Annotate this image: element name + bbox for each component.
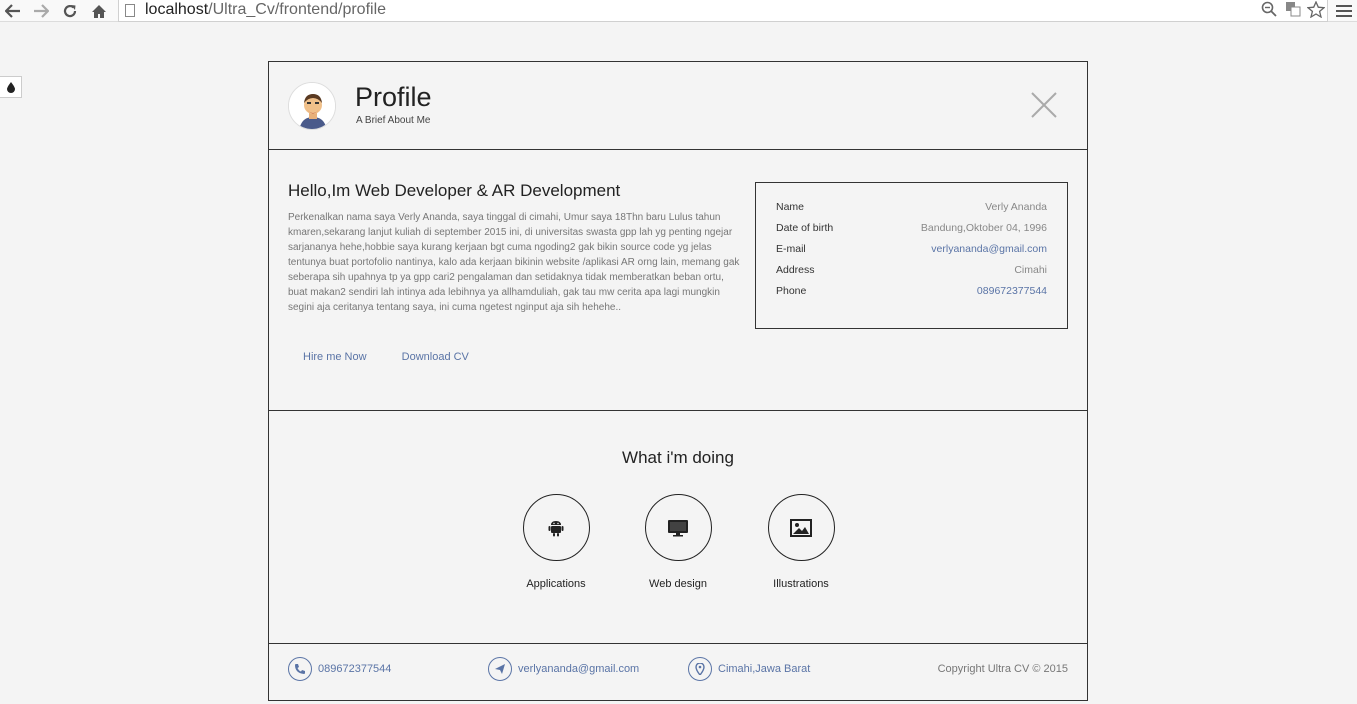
bookmark-star-icon[interactable] <box>1306 0 1326 22</box>
footer-phone[interactable]: 089672377544 <box>288 657 391 681</box>
page-title: Profile <box>355 82 432 112</box>
personal-info-box: Name Verly Ananda Date of birth Bandung,… <box>755 182 1068 329</box>
email-link[interactable]: verlyananda@gmail.com <box>931 243 1047 264</box>
info-value: Verly Ananda <box>985 201 1047 213</box>
info-row-phone: Phone 089672377544 <box>776 285 1047 306</box>
footer-location-text: Cimahi,Jawa Barat <box>718 663 811 675</box>
style-switcher-drop-icon[interactable] <box>0 76 22 98</box>
translate-icon[interactable] <box>1285 1 1301 21</box>
about-text: Perkenalkan nama saya Verly Ananda, saya… <box>288 212 740 313</box>
home-icon[interactable] <box>88 0 110 22</box>
info-label: Phone <box>776 285 807 297</box>
close-icon[interactable] <box>1029 90 1059 120</box>
about-section: Hello,Im Web Developer & AR Development … <box>269 150 1087 411</box>
contact-footer: 089672377544 verlyananda@gmail.com Cimah… <box>269 644 1087 704</box>
services-heading: What i'm doing <box>622 448 734 467</box>
service-label: Web design <box>649 578 707 590</box>
footer-email-text: verlyananda@gmail.com <box>518 663 640 675</box>
footer-phone-text: 089672377544 <box>318 663 392 675</box>
info-label: Date of birth <box>776 222 834 234</box>
address-bar[interactable]: localhost/Ultra_Cv/frontend/profile <box>118 0 1328 22</box>
url-text: localhost/Ultra_Cv/frontend/profile <box>145 1 387 18</box>
browser-toolbar: localhost/Ultra_Cv/frontend/profile <box>0 0 1357 22</box>
service-circle[interactable] <box>522 494 590 561</box>
info-row-name: Name Verly Ananda <box>776 201 1047 222</box>
back-arrow-icon[interactable] <box>2 0 24 22</box>
about-heading: Hello,Im Web Developer & AR Development <box>288 181 621 200</box>
phone-link[interactable]: 089672377544 <box>977 285 1047 306</box>
zoom-icon[interactable] <box>1261 1 1277 21</box>
service-circle[interactable] <box>767 494 835 561</box>
menu-icon[interactable] <box>1336 2 1352 18</box>
download-cv-link[interactable]: Download CV <box>402 351 469 363</box>
avatar <box>288 82 336 130</box>
service-label: Illustrations <box>773 578 829 590</box>
copyright-text: Copyright Ultra CV © 2015 <box>937 663 1068 675</box>
send-icon <box>488 657 512 681</box>
service-illustrations[interactable]: Illustrations <box>751 494 851 590</box>
profile-card: Profile A Brief About Me Hello,Im Web De… <box>268 61 1088 701</box>
info-row-birth: Date of birth Bandung,Oktober 04, 1996 <box>776 222 1047 243</box>
forward-arrow-icon[interactable] <box>30 0 52 22</box>
info-label: E-mail <box>776 243 806 255</box>
info-value: Cimahi <box>1014 264 1047 276</box>
footer-location[interactable]: Cimahi,Jawa Barat <box>688 657 810 681</box>
info-value: Bandung,Oktober 04, 1996 <box>920 222 1047 234</box>
service-circle[interactable] <box>644 494 712 561</box>
info-label: Address <box>776 264 815 276</box>
page-subtitle: A Brief About Me <box>356 115 431 126</box>
image-icon <box>790 518 812 537</box>
service-label: Applications <box>526 578 586 590</box>
phone-icon <box>288 657 312 681</box>
info-label: Name <box>776 201 805 213</box>
profile-header: Profile A Brief About Me <box>269 62 1087 150</box>
about-links: Hire me Now Download CV <box>303 351 501 363</box>
footer-email[interactable]: verlyananda@gmail.com <box>488 657 639 681</box>
reload-icon[interactable] <box>59 0 81 22</box>
service-web-design[interactable]: Web design <box>628 494 728 590</box>
info-row-address: Address Cimahi <box>776 264 1047 285</box>
service-applications[interactable]: Applications <box>506 494 606 590</box>
page-icon <box>125 4 135 17</box>
location-pin-icon <box>688 657 712 681</box>
info-row-email: E-mail verlyananda@gmail.com <box>776 243 1047 264</box>
android-icon <box>548 520 564 536</box>
hire-me-link[interactable]: Hire me Now <box>303 351 367 363</box>
monitor-icon <box>668 519 688 536</box>
services-section: What i'm doing Applications Web design I… <box>269 411 1087 644</box>
